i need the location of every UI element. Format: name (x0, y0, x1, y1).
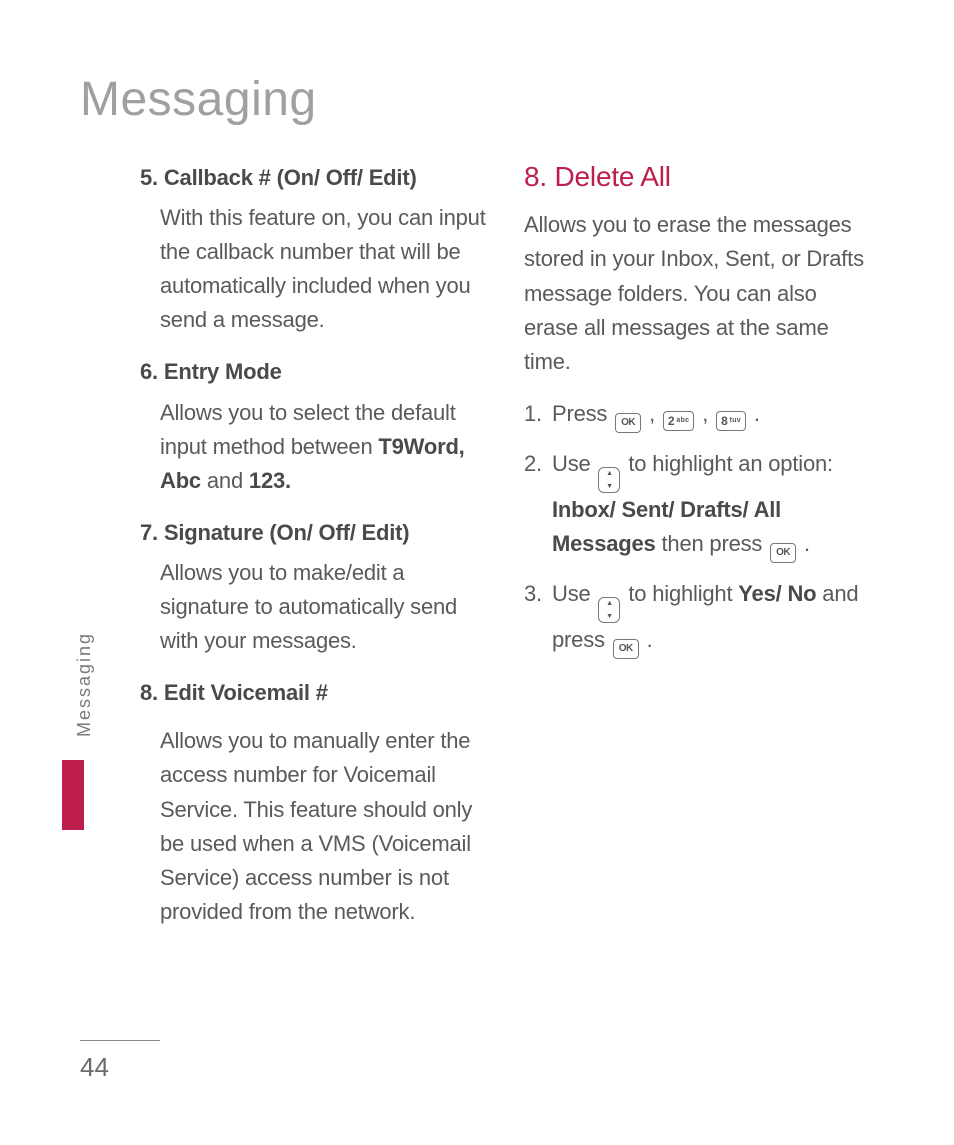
manual-page: Messaging 5. Callback # (On/ Off/ Edit) … (0, 0, 954, 1145)
two-key-icon: 2abc (663, 411, 694, 431)
item-6-body: Allows you to select the default input m… (160, 396, 490, 498)
footer-rule (80, 1040, 160, 1041)
page-number: 44 (80, 1052, 109, 1083)
right-column: 8. Delete All Allows you to erase the me… (524, 155, 874, 947)
step-3: 3. Use to highlight Yes/ No and press . (524, 577, 874, 659)
item-6-text-mid: and (201, 468, 249, 493)
step-3-number: 3. (524, 577, 552, 611)
step-1-number: 1. (524, 397, 552, 431)
section-delete-all-head: 8. Delete All (524, 155, 874, 198)
ok-key-icon (613, 639, 639, 659)
item-8-body: Allows you to manually enter the access … (160, 724, 490, 929)
step-2-pre: Use (552, 451, 596, 476)
item-6-text-bold2: 123. (249, 468, 291, 493)
step-3-bold: Yes/ No (738, 581, 816, 606)
step-2-number: 2. (524, 447, 552, 481)
nav-key-icon (598, 467, 620, 493)
ok-key-icon (615, 413, 641, 433)
step-2-mid: to highlight an option: (628, 451, 833, 476)
item-7-body: Allows you to make/edit a signature to a… (160, 556, 490, 658)
eight-key-digit: 8 (721, 415, 727, 427)
page-title: Messaging (80, 72, 874, 127)
eight-key-letters: tuv (730, 417, 741, 424)
item-5-body: With this feature on, you can input the … (160, 201, 490, 337)
step-3-mid: to highlight (628, 581, 738, 606)
step-1-body: Press , 2abc , 8tuv . (552, 397, 874, 433)
item-6-head: 6. Entry Mode (140, 355, 490, 389)
item-5-head: 5. Callback # (On/ Off/ Edit) (140, 161, 490, 195)
two-key-digit: 2 (668, 415, 674, 427)
step-2-post: then press (656, 531, 769, 556)
content-columns: 5. Callback # (On/ Off/ Edit) With this … (140, 155, 874, 947)
step-1: 1. Press , 2abc , 8tuv . (524, 397, 874, 433)
step-2-body: Use to highlight an option: Inbox/ Sent/… (552, 447, 874, 563)
item-7-head: 7. Signature (On/ Off/ Edit) (140, 516, 490, 550)
ok-key-icon (770, 543, 796, 563)
two-key-letters: abc (676, 417, 689, 424)
section-delete-all-intro: Allows you to erase the messages stored … (524, 208, 874, 378)
step-3-pre: Use (552, 581, 596, 606)
step-3-body: Use to highlight Yes/ No and press . (552, 577, 874, 659)
side-accent-bar (62, 760, 84, 830)
step-2: 2. Use to highlight an option: Inbox/ Se… (524, 447, 874, 563)
eight-key-icon: 8tuv (716, 411, 746, 431)
nav-key-icon (598, 597, 620, 623)
step-1-pre: Press (552, 401, 613, 426)
side-section-label: Messaging (74, 632, 95, 737)
item-8-head: 8. Edit Voicemail # (140, 676, 490, 710)
left-column: 5. Callback # (On/ Off/ Edit) With this … (140, 155, 490, 947)
